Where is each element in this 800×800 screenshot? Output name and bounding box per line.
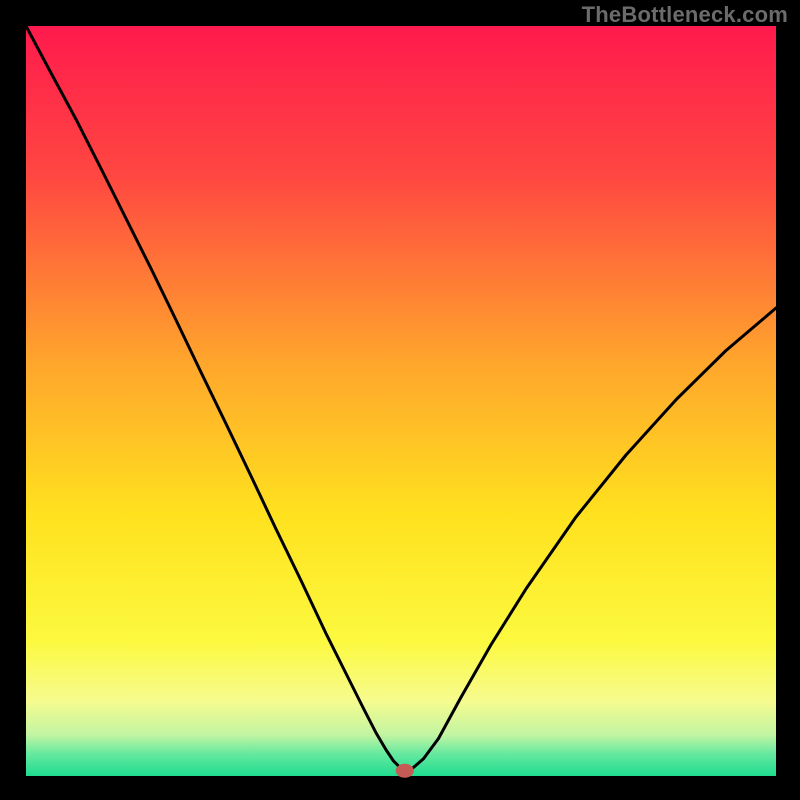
watermark-text: TheBottleneck.com — [582, 2, 788, 28]
bottleneck-marker — [396, 764, 414, 778]
chart-container: TheBottleneck.com — [0, 0, 800, 800]
chart-svg — [0, 0, 800, 800]
chart-background — [26, 26, 776, 776]
